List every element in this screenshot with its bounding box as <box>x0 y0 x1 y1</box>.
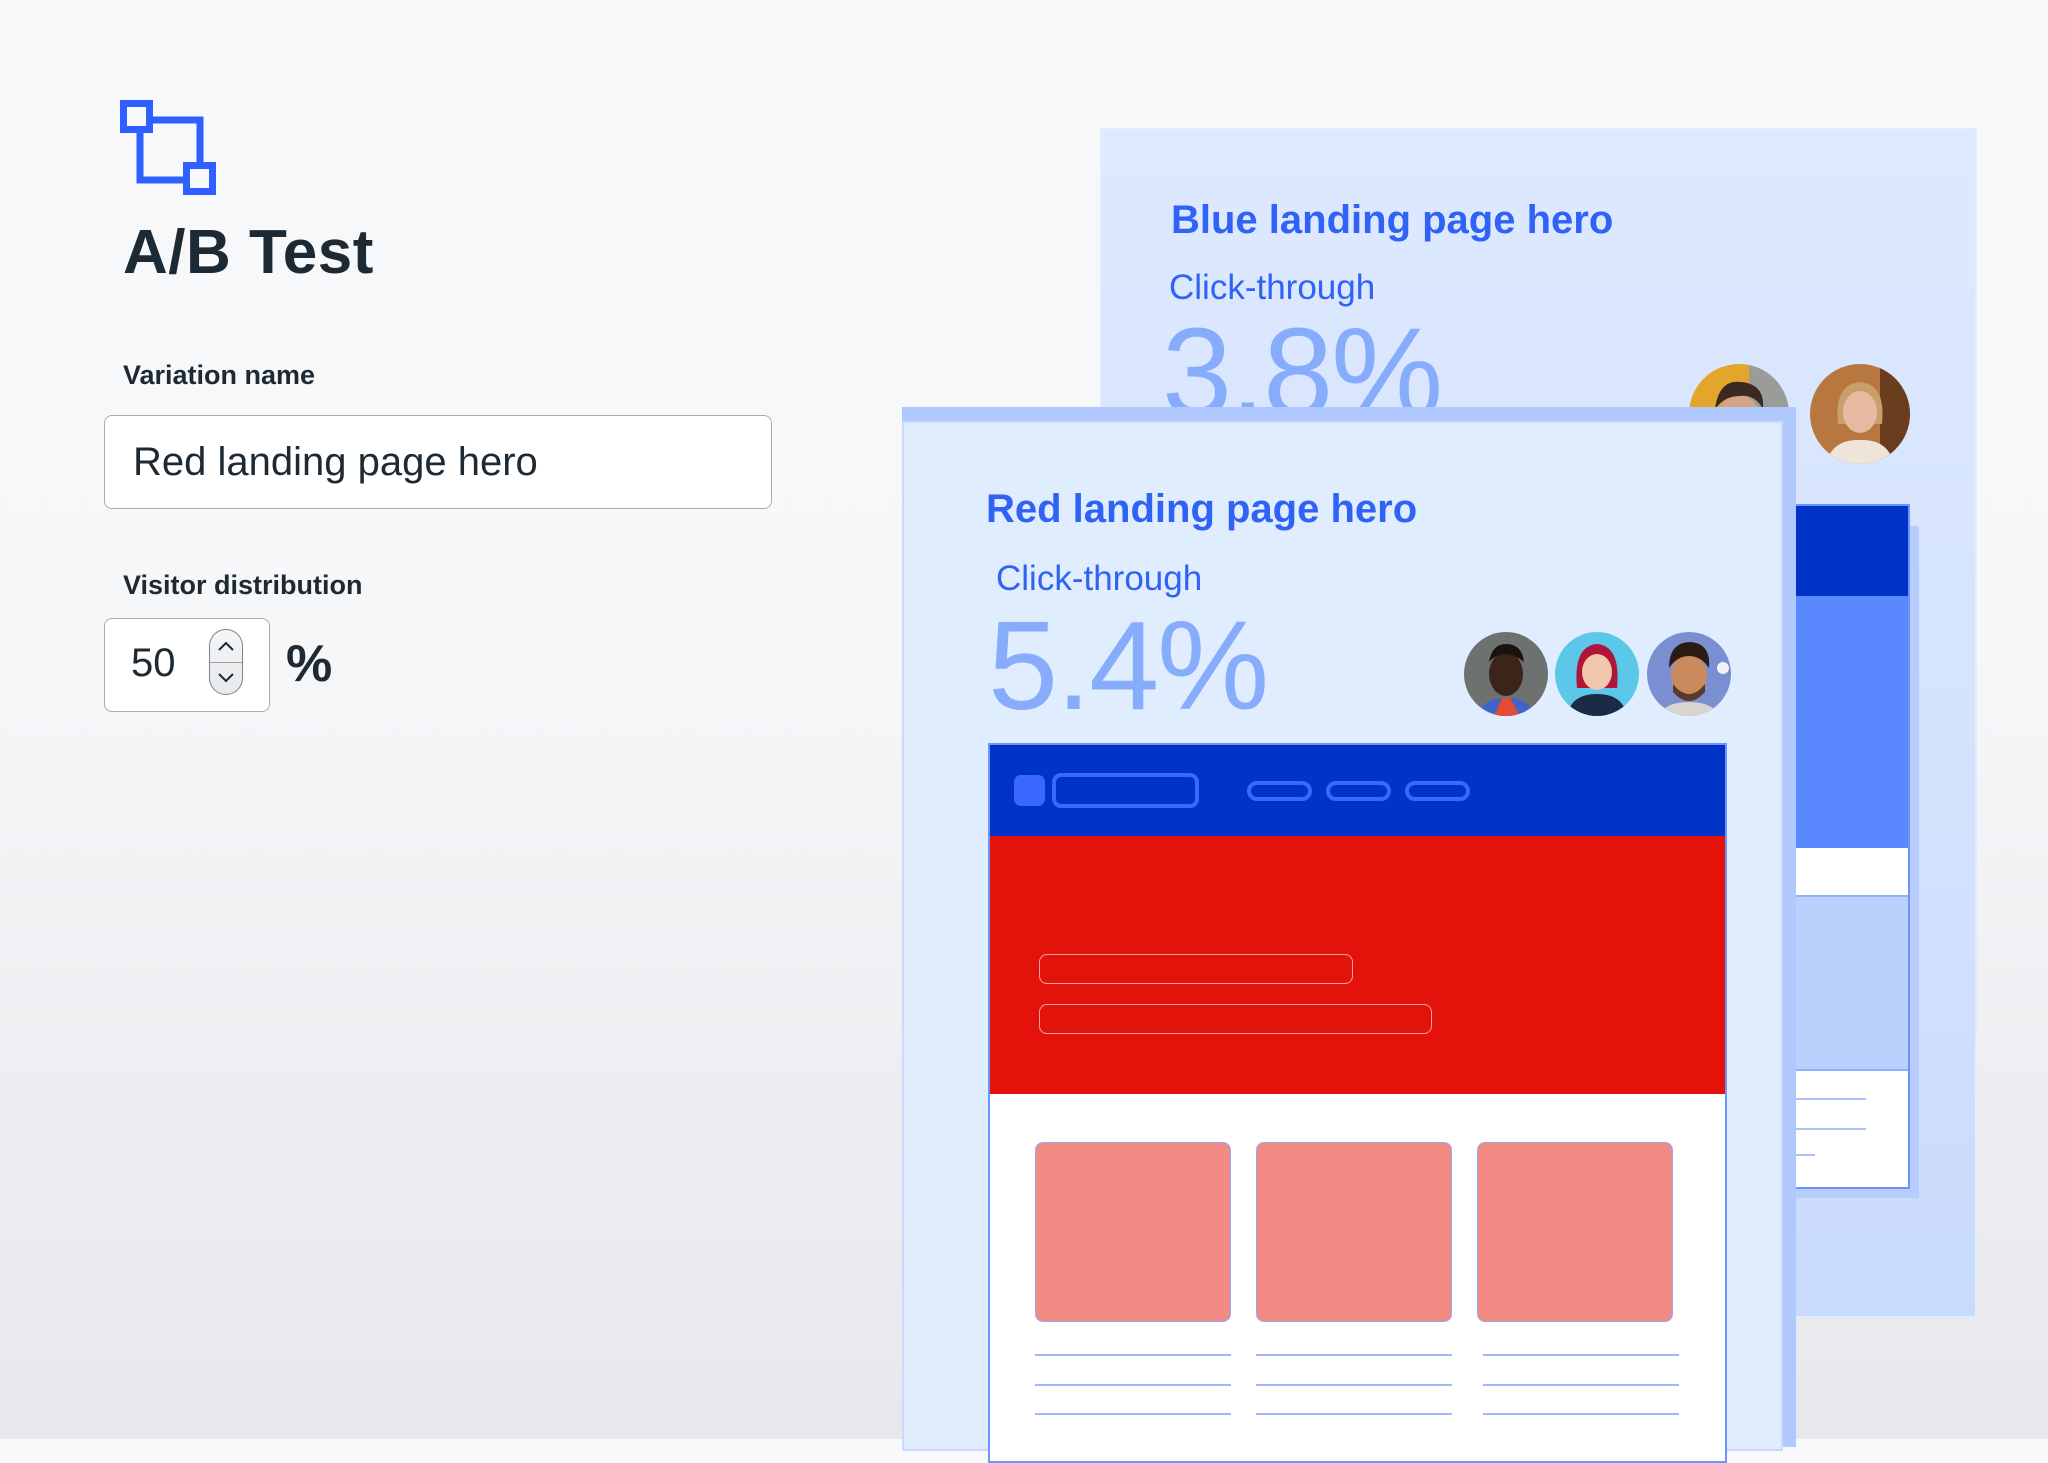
mockup-text-line <box>1256 1384 1452 1386</box>
visitor-distribution-value[interactable]: 50 <box>131 643 176 683</box>
chevron-down-icon <box>218 673 234 683</box>
variation-card-red[interactable]: Red landing page hero Click-through 5.4% <box>902 421 1783 1463</box>
visitor-avatar <box>1464 632 1548 716</box>
mockup-text-line <box>1035 1413 1231 1415</box>
mockup-text-line <box>1035 1384 1231 1386</box>
mockup-logo-placeholder <box>1014 775 1045 806</box>
mockup-text-line <box>1256 1354 1452 1356</box>
mockup-text-line <box>1483 1384 1679 1386</box>
mockup-headline-placeholder <box>1039 954 1353 984</box>
page-title: A/B Test <box>123 218 374 287</box>
mockup-tile <box>1477 1142 1673 1322</box>
stepper-spinner[interactable] <box>209 629 243 695</box>
chevron-up-icon <box>218 641 234 651</box>
percent-unit-label: % <box>286 635 333 693</box>
mockup-text-line <box>1483 1354 1679 1356</box>
metric-value: 5.4% <box>988 595 1269 736</box>
metric-label: Click-through <box>1169 268 1376 307</box>
visitor-distribution-stepper[interactable]: 50 <box>104 618 270 712</box>
mockup-text-line <box>1483 1413 1679 1415</box>
visitor-distribution-label: Visitor distribution <box>123 570 363 600</box>
variation-name-label: Variation name <box>123 360 316 390</box>
mockup-hero-red <box>990 836 1725 1094</box>
visitor-avatar <box>1555 632 1639 716</box>
visitor-avatar <box>1647 632 1731 716</box>
metric-label: Click-through <box>996 559 1203 598</box>
mockup-nav-item <box>1405 781 1470 801</box>
mockup-text-line <box>1256 1413 1452 1415</box>
ab-test-logo-icon <box>120 100 216 196</box>
stepper-increment-button[interactable] <box>210 630 242 663</box>
landing-page-mockup-red <box>988 743 1727 1463</box>
mockup-nav-item <box>1326 781 1391 801</box>
variation-name-input[interactable] <box>104 415 772 509</box>
mockup-tile <box>1256 1142 1452 1322</box>
mockup-navbar <box>990 745 1725 836</box>
mockup-subheadline-placeholder <box>1039 1004 1432 1034</box>
mockup-nav-item <box>1247 781 1312 801</box>
mockup-tile <box>1035 1142 1231 1322</box>
variation-title: Blue landing page hero <box>1171 198 1614 242</box>
stepper-decrement-button[interactable] <box>210 662 242 694</box>
visitor-avatar <box>1810 364 1910 464</box>
variation-title: Red landing page hero <box>986 487 1418 531</box>
mockup-text-line <box>1035 1354 1231 1356</box>
mockup-brand-placeholder <box>1052 773 1199 808</box>
